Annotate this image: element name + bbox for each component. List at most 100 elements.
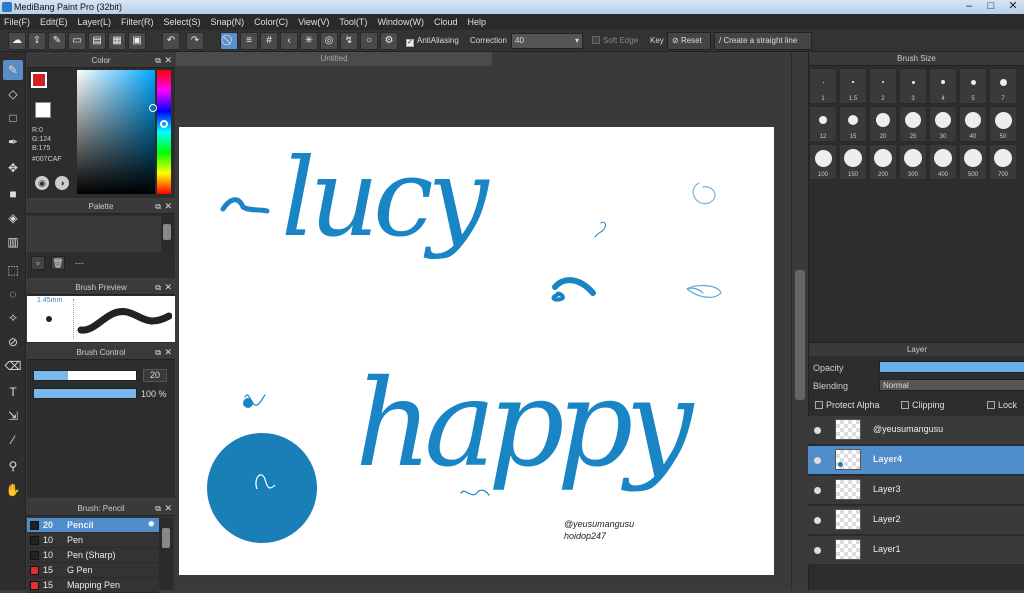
brush-item[interactable]: 20 Pencil ✹	[27, 518, 159, 533]
menu-select[interactable]: Select(S)	[164, 17, 201, 27]
brush-size-preset[interactable]: 2	[869, 68, 897, 104]
brush-tool-icon[interactable]: ✎	[3, 60, 23, 80]
expand-icon[interactable]: ⧉	[155, 346, 161, 359]
scrollbar-thumb[interactable]	[795, 270, 805, 400]
menu-help[interactable]: Help	[467, 17, 486, 27]
brush-item[interactable]: 10 Pen (Sharp)	[27, 548, 159, 563]
hand-tool-icon[interactable]: ✋	[3, 480, 23, 500]
palette-scrollbar[interactable]	[161, 216, 173, 252]
magic-wand-tool-icon[interactable]: ✧	[3, 308, 23, 328]
eraser-tool-icon[interactable]: ◇	[3, 84, 23, 104]
menu-file[interactable]: File(F)	[4, 17, 30, 27]
save-icon[interactable]: ▣	[128, 32, 146, 50]
brush-item[interactable]: 10 Pen	[27, 533, 159, 548]
brush-size-preset[interactable]: 100	[809, 144, 837, 180]
close-icon[interactable]: ✕	[164, 200, 172, 213]
brush-size-preset[interactable]: 15	[839, 106, 867, 142]
expand-icon[interactable]: ⧉	[155, 281, 161, 294]
saturation-value-picker[interactable]	[77, 70, 157, 194]
brush-list-scrollbar[interactable]	[159, 518, 173, 590]
brush-size-slider[interactable]	[33, 370, 137, 381]
concentric-snap-icon[interactable]: ◎	[320, 32, 338, 50]
menu-view[interactable]: View(V)	[298, 17, 329, 27]
redo-icon[interactable]: ↷	[186, 32, 204, 50]
select-tool-icon[interactable]: ⬚	[3, 260, 23, 280]
visibility-icon[interactable]	[814, 457, 821, 464]
visibility-icon[interactable]	[814, 487, 821, 494]
brush-size-preset[interactable]: 12	[809, 106, 837, 142]
brush-size-preset[interactable]: 4	[929, 68, 957, 104]
correction-select[interactable]: 40 ▾	[511, 33, 583, 49]
focus-line-icon[interactable]: ✳	[300, 32, 318, 50]
soft-edge-checkbox[interactable]: Soft Edge	[592, 34, 638, 48]
hue-slider[interactable]	[157, 70, 171, 194]
brush-size-preset[interactable]: 20	[869, 106, 897, 142]
select-pen-tool-icon[interactable]: ⊘	[3, 332, 23, 352]
visibility-icon[interactable]	[814, 427, 821, 434]
grid-snap-icon[interactable]: #	[260, 32, 278, 50]
share-icon[interactable]: ⇪	[28, 32, 46, 50]
reset-button[interactable]: ⊘ Reset	[667, 32, 711, 50]
brush-size-preset[interactable]: 400	[929, 144, 957, 180]
operation-tool-icon[interactable]: ⇲	[3, 406, 23, 426]
brush-size-preset[interactable]: 3	[899, 68, 927, 104]
grid-list-icon[interactable]: ▦	[108, 32, 126, 50]
eyedropper-tool-icon[interactable]: ⚲	[3, 456, 23, 476]
layer-row[interactable]: Layer2	[808, 506, 1024, 535]
cloud-icon[interactable]: ☁	[8, 32, 26, 50]
gear-icon[interactable]: ✹	[147, 519, 155, 530]
close-button[interactable]: ✕	[1002, 0, 1024, 14]
text-tool-icon[interactable]: T	[3, 382, 23, 402]
document-tab[interactable]: Untitled	[176, 52, 492, 66]
menu-tool[interactable]: Tool(T)	[339, 17, 367, 27]
close-icon[interactable]: ✕	[164, 346, 172, 359]
blending-select[interactable]: Normal	[879, 379, 1024, 391]
brush-item[interactable]: 15 Mapping Pen	[27, 578, 159, 593]
menu-snap[interactable]: Snap(N)	[211, 17, 245, 27]
bucket-tool-icon[interactable]: ◈	[3, 208, 23, 228]
brush-size-preset[interactable]: 300	[899, 144, 927, 180]
menu-filter[interactable]: Filter(R)	[121, 17, 154, 27]
menu-layer[interactable]: Layer(L)	[78, 17, 112, 27]
parallel-snap-icon[interactable]: ≡	[240, 32, 258, 50]
brush-size-preset[interactable]: 700	[989, 144, 1017, 180]
minimize-button[interactable]: –	[958, 0, 980, 14]
brush-size-preset[interactable]: 40	[959, 106, 987, 142]
menu-color[interactable]: Color(C)	[254, 17, 288, 27]
palette-icon[interactable]: ◉	[35, 176, 49, 190]
select-eraser-tool-icon[interactable]: ⌫	[3, 356, 23, 376]
clipping-checkbox[interactable]: Clipping	[901, 400, 945, 410]
layer-row[interactable]: Layer1	[808, 536, 1024, 565]
brush-size-value[interactable]: 20	[143, 369, 167, 382]
trash-icon[interactable]: 🗑	[51, 256, 65, 270]
curve-snap-icon[interactable]: ↯	[340, 32, 358, 50]
layer-row[interactable]: Layer4	[808, 446, 1024, 475]
layer-row[interactable]: Layer3	[808, 476, 1024, 505]
protect-alpha-checkbox[interactable]: Protect Alpha	[815, 400, 880, 410]
add-palette-icon[interactable]: ▫	[31, 256, 45, 270]
ellipse-snap-icon[interactable]: ○	[360, 32, 378, 50]
straight-line-button[interactable]: / Create a straight line	[714, 32, 812, 50]
brush-size-preset[interactable]: 200	[869, 144, 897, 180]
maximize-button[interactable]: □	[980, 0, 1002, 14]
palette-more[interactable]: ---	[75, 258, 84, 268]
undo-icon[interactable]: ↶	[162, 32, 180, 50]
lock-checkbox[interactable]: Lock	[987, 400, 1017, 410]
visibility-icon[interactable]	[814, 517, 821, 524]
dot-tool-icon[interactable]: ✒	[3, 132, 23, 152]
snap-off-icon[interactable]: ⃠	[220, 32, 238, 50]
close-icon[interactable]: ✕	[164, 281, 172, 294]
foreground-color-swatch[interactable]	[31, 72, 47, 88]
brush-opacity-slider[interactable]	[33, 388, 137, 399]
menu-window[interactable]: Window(W)	[377, 17, 424, 27]
brush-size-preset[interactable]: 7	[989, 68, 1017, 104]
layer-opacity-slider[interactable]	[879, 361, 1024, 373]
color-sync-icon[interactable]: ◑	[55, 176, 69, 190]
expand-icon[interactable]: ⧉	[155, 200, 161, 213]
visibility-icon[interactable]	[814, 547, 821, 554]
divide-tool-icon[interactable]: ⁄	[3, 430, 23, 450]
move-tool-icon[interactable]: ✥	[3, 158, 23, 178]
brush-size-preset[interactable]: 150	[839, 144, 867, 180]
document-icon[interactable]: ▤	[88, 32, 106, 50]
brush-size-preset[interactable]: 5	[959, 68, 987, 104]
